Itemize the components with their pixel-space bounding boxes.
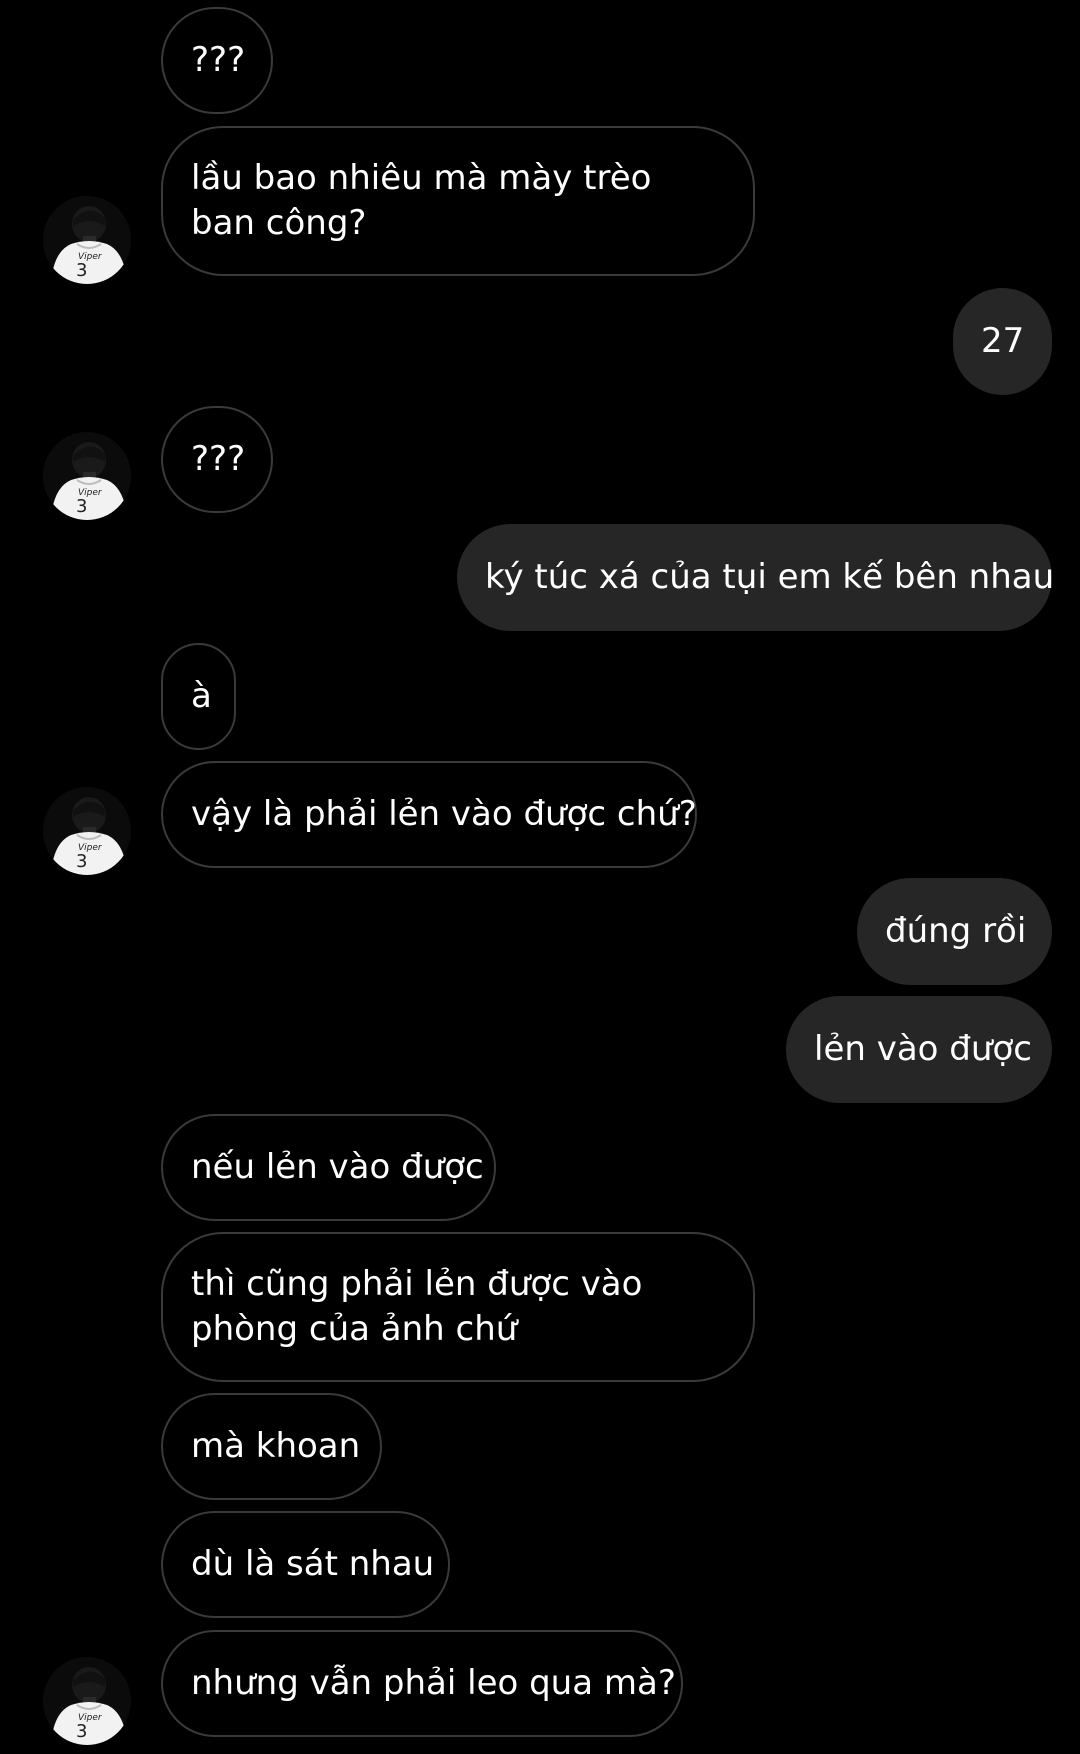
jersey-number: 3	[76, 496, 87, 517]
message-text: ???	[191, 439, 246, 479]
message-text: nếu lẻn vào được	[191, 1147, 484, 1187]
message-text: ký túc xá của tụi em kế bên nhau	[485, 557, 1055, 597]
jersey-number: 3	[76, 851, 87, 872]
message-text: 27	[981, 321, 1025, 361]
avatar[interactable]: Viper 3	[43, 196, 131, 284]
message-bubble-incoming[interactable]: ???	[161, 406, 273, 513]
jersey-number: 3	[76, 1721, 87, 1742]
avatar[interactable]: Viper 3	[43, 1657, 131, 1745]
message-bubble-incoming[interactable]: lầu bao nhiêu mà mày trèo ban công?	[161, 126, 755, 276]
message-text: thì cũng phải lẻn được vào phòng của ảnh…	[191, 1264, 643, 1349]
message-text: mà khoan	[191, 1426, 361, 1466]
message-text: lầu bao nhiêu mà mày trèo ban công?	[191, 158, 652, 243]
profile-photo-icon: Viper 3	[43, 196, 131, 284]
message-bubble-outgoing[interactable]: 27	[953, 288, 1052, 395]
avatar[interactable]: Viper 3	[43, 432, 131, 520]
message-text: lẻn vào được	[814, 1029, 1032, 1069]
message-bubble-outgoing[interactable]: lẻn vào được	[786, 996, 1052, 1103]
jersey-number: 3	[76, 260, 87, 281]
message-bubble-incoming[interactable]: à	[161, 643, 236, 750]
message-bubble-incoming[interactable]: ???	[161, 7, 273, 114]
message-text: dù là sát nhau	[191, 1544, 435, 1584]
message-bubble-incoming[interactable]: thì cũng phải lẻn được vào phòng của ảnh…	[161, 1232, 755, 1382]
message-bubble-incoming[interactable]: dù là sát nhau	[161, 1511, 450, 1618]
profile-photo-icon: Viper 3	[43, 787, 131, 875]
profile-photo-icon: Viper 3	[43, 432, 131, 520]
message-bubble-incoming[interactable]: vậy là phải lẻn vào được chứ?	[161, 761, 697, 868]
message-text: vậy là phải lẻn vào được chứ?	[191, 794, 697, 834]
message-bubble-incoming[interactable]: nếu lẻn vào được	[161, 1114, 496, 1221]
message-bubble-outgoing[interactable]: đúng rồi	[857, 878, 1052, 985]
profile-photo-icon: Viper 3	[43, 1657, 131, 1745]
message-bubble-incoming[interactable]: mà khoan	[161, 1393, 382, 1500]
message-bubble-incoming[interactable]: nhưng vẫn phải leo qua mà?	[161, 1630, 683, 1737]
message-text: ???	[191, 40, 246, 80]
message-text: đúng rồi	[885, 911, 1027, 951]
message-bubble-outgoing[interactable]: ký túc xá của tụi em kế bên nhau	[457, 524, 1055, 631]
message-text: nhưng vẫn phải leo qua mà?	[191, 1663, 676, 1703]
avatar[interactable]: Viper 3	[43, 787, 131, 875]
message-text: à	[191, 676, 212, 716]
